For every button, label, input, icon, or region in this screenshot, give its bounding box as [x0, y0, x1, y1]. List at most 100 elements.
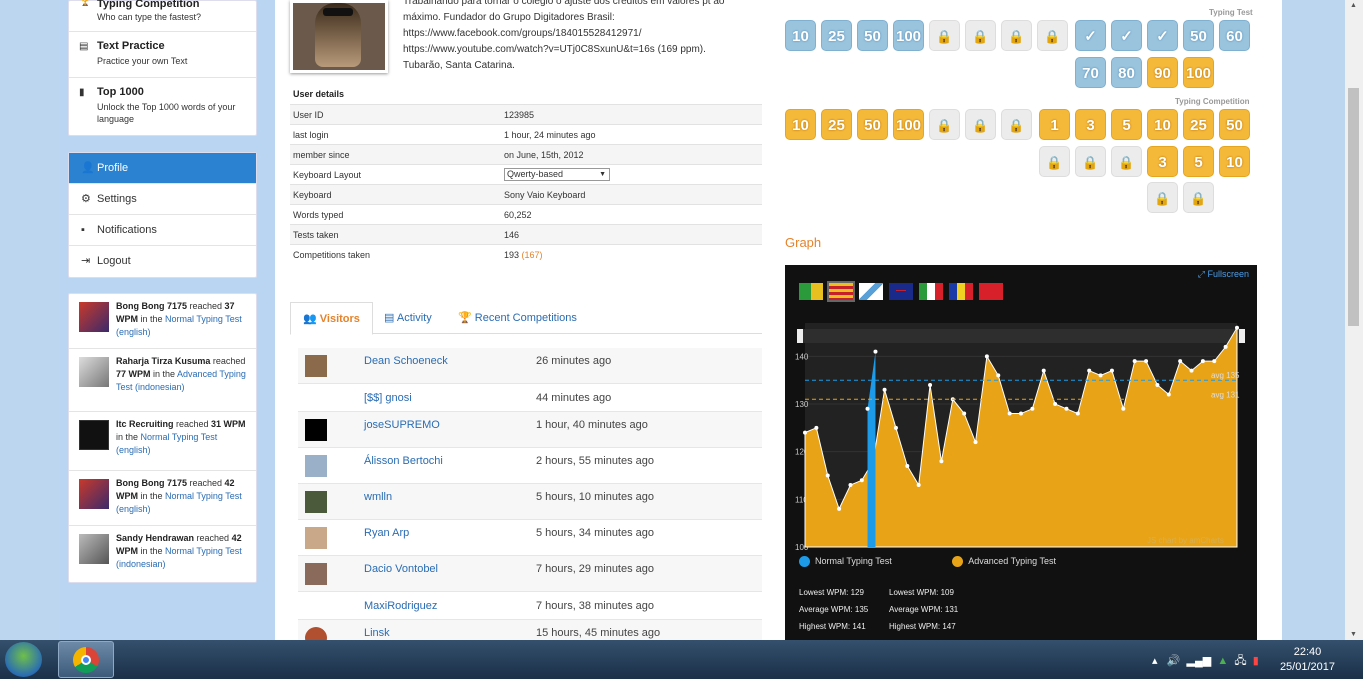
visitor-name-link[interactable]: Álisson Bertochi [364, 455, 443, 467]
visitor-name-link[interactable]: joseSUPREMO [364, 419, 440, 431]
flag-galician-icon[interactable] [859, 283, 883, 300]
nav-profile[interactable]: 👤 Profile [69, 153, 256, 184]
advanced-point[interactable] [1019, 411, 1023, 416]
advanced-point[interactable] [928, 382, 933, 387]
advanced-point[interactable] [984, 354, 989, 359]
advanced-point[interactable] [803, 430, 807, 435]
battery-icon[interactable]: ▮ [1253, 655, 1259, 667]
scrollbar-track[interactable] [797, 329, 1245, 343]
advanced-point[interactable] [1200, 359, 1205, 364]
nav-notifications[interactable]: ▪ Notifications [69, 215, 256, 246]
advanced-point[interactable] [1132, 359, 1137, 364]
advanced-point[interactable] [939, 459, 944, 464]
menu-text-practice[interactable]: ▤ Text Practice Practice your own Text [69, 32, 256, 78]
advanced-point[interactable] [814, 425, 819, 430]
fullscreen-link[interactable]: ⤢ Fullscreen [1198, 269, 1249, 280]
visitor-name-link[interactable]: MaxiRodriguez [364, 600, 437, 612]
avatar[interactable] [305, 419, 327, 441]
visitor-name-link[interactable]: Ryan Arp [364, 527, 409, 539]
advanced-point[interactable] [1189, 368, 1194, 373]
advanced-point[interactable] [1041, 368, 1046, 373]
tab-visitors[interactable]: 👥 Visitors [290, 302, 373, 335]
volume-icon[interactable]: 🔊 [1167, 655, 1181, 667]
clock[interactable]: 22:40 25/01/2017 [1280, 645, 1335, 675]
avatar[interactable] [305, 563, 327, 585]
advanced-point[interactable] [882, 387, 887, 392]
feed-user[interactable]: Bong Bong 7175 [116, 478, 187, 488]
advanced-point[interactable] [996, 373, 1001, 378]
advanced-point[interactable] [1155, 382, 1160, 387]
chrome-taskbar-button[interactable] [58, 641, 114, 678]
show-hidden-icon[interactable]: ▴ [1152, 655, 1158, 667]
normal-point[interactable] [865, 406, 870, 411]
feed-user[interactable]: Raharja Tirza Kusuma [116, 356, 210, 366]
drive-icon[interactable]: ▲ [1217, 655, 1228, 667]
advanced-point[interactable] [837, 506, 842, 511]
nav-settings[interactable]: ⚙ Settings [69, 184, 256, 215]
scroll-thumb[interactable] [1348, 88, 1359, 326]
avatar[interactable] [305, 527, 327, 549]
scroll-down-icon[interactable]: ▼ [1350, 631, 1357, 638]
legend-normal[interactable]: Normal Typing Test [799, 556, 892, 568]
legend-advanced[interactable]: Advanced Typing Test [952, 556, 1056, 568]
advanced-point[interactable] [1075, 411, 1080, 416]
nav-logout[interactable]: ⇥ Logout [69, 246, 256, 277]
flag-uk-icon[interactable] [889, 283, 913, 300]
flag-catalan-icon[interactable] [827, 281, 855, 302]
keyboard-layout-select[interactable]: Qwerty-based ▼ [504, 168, 610, 181]
avatar[interactable] [305, 355, 327, 377]
visitor-name-link[interactable]: wmlln [364, 491, 392, 503]
advanced-point[interactable] [1109, 368, 1114, 373]
advanced-point[interactable] [1223, 344, 1228, 349]
menu-top1000[interactable]: ▮ Top 1000 Unlock the Top 1000 words of … [69, 78, 256, 133]
advanced-point[interactable] [962, 411, 967, 416]
avatar[interactable] [79, 302, 109, 332]
advanced-point[interactable] [916, 483, 921, 488]
advanced-point[interactable] [1144, 359, 1149, 364]
page-scrollbar[interactable]: ▲ ▼ [1345, 0, 1363, 640]
advanced-point[interactable] [1007, 411, 1012, 416]
flag-brazil-icon[interactable] [799, 283, 823, 300]
avatar[interactable] [305, 455, 327, 477]
avatar[interactable] [305, 491, 327, 513]
normal-point[interactable] [873, 349, 878, 354]
scroll-handle-left[interactable] [797, 329, 803, 343]
feed-user[interactable]: Itc Recruiting [116, 419, 174, 429]
visitor-name-link[interactable]: Dean Schoeneck [364, 355, 448, 367]
network-icon[interactable]: 🖧 [1234, 655, 1246, 667]
advanced-point[interactable] [1030, 406, 1035, 411]
advanced-point[interactable] [1064, 406, 1069, 411]
advanced-point[interactable] [1098, 373, 1103, 378]
scroll-handle-right[interactable] [1239, 329, 1245, 343]
advanced-point[interactable] [1053, 402, 1058, 407]
feed-user[interactable]: Bong Bong 7175 [116, 301, 187, 311]
avatar[interactable] [79, 420, 109, 450]
advanced-point[interactable] [1087, 368, 1092, 373]
advanced-point[interactable] [825, 473, 830, 478]
advanced-point[interactable] [973, 440, 978, 445]
tab-activity[interactable]: ▤ Activity [372, 302, 444, 334]
feed-user[interactable]: Sandy Hendrawan [116, 533, 194, 543]
avatar[interactable] [79, 479, 109, 509]
advanced-point[interactable] [905, 463, 910, 468]
tab-recent-competitions[interactable]: 🏆 Recent Competitions [446, 302, 589, 334]
advanced-point[interactable] [1212, 359, 1217, 364]
amcharts-watermark[interactable]: JS chart by amCharts [1147, 536, 1224, 545]
flag-romania-icon[interactable] [949, 283, 973, 300]
advanced-point[interactable] [893, 425, 898, 430]
avatar[interactable] [79, 357, 109, 387]
advanced-point[interactable] [1166, 392, 1171, 397]
flag-italy-icon[interactable] [919, 283, 943, 300]
advanced-point[interactable] [1178, 359, 1183, 364]
visitor-name-link[interactable]: Linsk [364, 627, 390, 639]
signal-icon[interactable]: ▂▄▆ [1187, 655, 1212, 667]
advanced-point[interactable] [848, 483, 853, 488]
menu-typing-competition[interactable]: 🏆 Typing Competition Who can type the fa… [69, 0, 256, 32]
advanced-point[interactable] [1235, 325, 1239, 330]
advanced-point[interactable] [1121, 406, 1126, 411]
visitor-name-link[interactable]: Dacio Vontobel [364, 563, 438, 575]
flag-albania-icon[interactable] [979, 283, 1003, 300]
scroll-up-icon[interactable]: ▲ [1350, 2, 1357, 9]
start-button[interactable] [5, 642, 42, 677]
advanced-point[interactable] [859, 478, 864, 483]
